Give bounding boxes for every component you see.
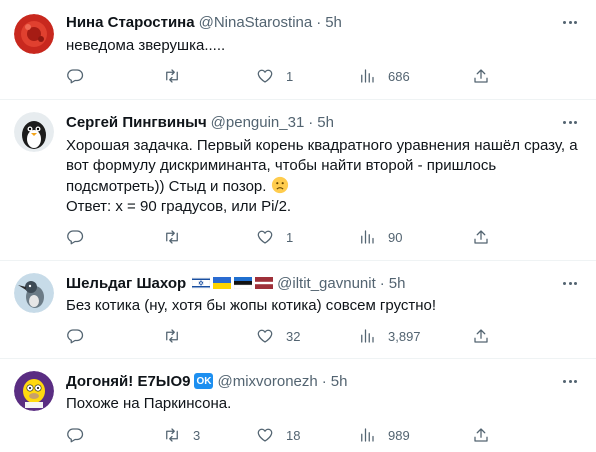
action-bar: 32 3,897 xyxy=(66,326,488,346)
more-icon[interactable] xyxy=(558,273,582,293)
reply-icon xyxy=(67,230,84,245)
like-button[interactable]: 1 xyxy=(256,66,293,86)
more-icon[interactable] xyxy=(558,371,582,391)
action-bar: 1 686 xyxy=(66,66,488,86)
tweet-text-line: Похоже на Паркинсона. xyxy=(66,395,232,412)
tweet-text: неведома зверушка..... xyxy=(66,36,572,56)
tweet[interactable]: Нина Старостина @NinaStarostina · 5h нев… xyxy=(0,0,596,100)
tweet[interactable]: Сергей Пингвиныч @penguin_31 · 5h Хороша… xyxy=(0,100,596,261)
views-icon xyxy=(361,69,374,83)
author-name[interactable]: Шельдаг Шахор xyxy=(66,275,186,292)
like-count: 1 xyxy=(286,229,294,245)
tweet-text-line: неведома зверушка..... xyxy=(66,37,226,54)
views-button[interactable]: 90 xyxy=(358,227,402,247)
ukraine-flag-icon xyxy=(213,277,232,289)
heart-icon xyxy=(257,329,273,343)
heart-icon xyxy=(257,428,273,442)
like-count: 18 xyxy=(286,427,301,443)
retweet-count: 3 xyxy=(193,427,201,443)
separator: · xyxy=(379,274,385,292)
author-handle[interactable]: @penguin_31 xyxy=(211,114,305,131)
reply-icon xyxy=(67,329,84,344)
estonia-flag-icon xyxy=(234,277,253,289)
author-handle[interactable]: @iltit_gavnunit xyxy=(277,275,376,292)
like-button[interactable]: 18 xyxy=(256,425,300,445)
like-count: 1 xyxy=(286,68,294,84)
separator: · xyxy=(316,13,322,31)
tweet-text: Без котика (ну, хотя бы жопы котика) сов… xyxy=(66,296,572,316)
latvia-flag-icon xyxy=(255,277,274,289)
like-button[interactable]: 32 xyxy=(256,326,300,346)
reply-button[interactable] xyxy=(66,326,96,346)
views-count: 3,897 xyxy=(388,328,421,344)
tweet-text-line: вот формулу дискриминанта, чтобы найти в… xyxy=(66,157,497,174)
tweet[interactable]: Шельдаг Шахор @iltit_gavnunit · 5h Без к… xyxy=(0,261,596,359)
sad-face-emoji-icon xyxy=(271,176,288,194)
share-icon xyxy=(474,69,488,83)
views-count: 686 xyxy=(388,68,410,84)
ok-badge: OK xyxy=(194,373,214,389)
views-button[interactable]: 3,897 xyxy=(358,326,421,346)
timestamp[interactable]: 5h xyxy=(325,14,342,31)
views-button[interactable]: 686 xyxy=(358,66,410,86)
retweet-button[interactable] xyxy=(163,66,193,86)
avatar[interactable] xyxy=(14,112,54,152)
share-icon xyxy=(474,428,488,442)
avatar[interactable] xyxy=(14,14,54,54)
heart-icon xyxy=(257,69,273,83)
views-icon xyxy=(361,329,374,343)
tweet-text-line: Хорошая задачка. Первый корень квадратно… xyxy=(66,137,578,154)
views-button[interactable]: 989 xyxy=(358,425,410,445)
author-name[interactable]: Нина Старостина xyxy=(66,14,195,31)
reply-button[interactable] xyxy=(66,425,96,445)
israel-flag-icon xyxy=(192,277,211,289)
views-icon xyxy=(361,428,374,442)
retweet-button[interactable]: 3 xyxy=(163,425,200,445)
avatar[interactable] xyxy=(14,371,54,411)
avatar[interactable] xyxy=(14,273,54,313)
separator: · xyxy=(308,113,314,131)
reply-button[interactable] xyxy=(66,66,96,86)
separator: · xyxy=(321,372,327,390)
retweet-button[interactable] xyxy=(163,227,193,247)
like-count: 32 xyxy=(286,328,301,344)
share-button[interactable] xyxy=(472,326,490,346)
author-handle[interactable]: @NinaStarostina xyxy=(199,14,313,31)
reply-icon xyxy=(67,69,84,84)
share-button[interactable] xyxy=(472,66,490,86)
share-button[interactable] xyxy=(472,227,490,247)
more-icon[interactable] xyxy=(558,112,582,132)
retweet-button[interactable] xyxy=(163,326,193,346)
action-bar: 3 18 989 xyxy=(66,425,488,445)
timestamp[interactable]: 5h xyxy=(331,373,348,390)
author-handle[interactable]: @mixvoronezh xyxy=(217,373,317,390)
views-count: 989 xyxy=(388,427,410,443)
reply-icon xyxy=(67,428,84,443)
retweet-icon xyxy=(166,69,178,83)
retweet-icon xyxy=(166,230,178,244)
share-icon xyxy=(474,230,488,244)
like-button[interactable]: 1 xyxy=(256,227,293,247)
views-icon xyxy=(361,230,374,244)
tweet-text-line: Ответ: х = 90 градусов, или Pi/2. xyxy=(66,198,292,215)
tweet-text-line: Без котика (ну, хотя бы жопы котика) сов… xyxy=(66,297,437,314)
author-name[interactable]: Сергей Пингвиныч xyxy=(66,114,207,131)
author-name[interactable]: Догоняй! Е7ЫО9 xyxy=(66,373,190,390)
action-bar: 1 90 xyxy=(66,227,488,247)
reply-button[interactable] xyxy=(66,227,96,247)
tweet-text: Хорошая задачка. Первый корень квадратно… xyxy=(66,136,578,217)
share-icon xyxy=(474,329,488,343)
share-button[interactable] xyxy=(472,425,490,445)
retweet-icon xyxy=(166,428,178,442)
tweet-text-line: подсмотреть)) Стыд и позор. xyxy=(66,178,267,195)
tweet[interactable]: Догоняй! Е7ЫО9 OK @mixvoronezh · 5h Похо… xyxy=(0,359,596,452)
heart-icon xyxy=(257,230,273,244)
tweet-text: Похоже на Паркинсона. xyxy=(66,394,572,414)
timestamp[interactable]: 5h xyxy=(389,275,406,292)
retweet-icon xyxy=(166,329,178,343)
timestamp[interactable]: 5h xyxy=(317,114,334,131)
more-icon[interactable] xyxy=(558,12,582,32)
views-count: 90 xyxy=(388,229,403,245)
